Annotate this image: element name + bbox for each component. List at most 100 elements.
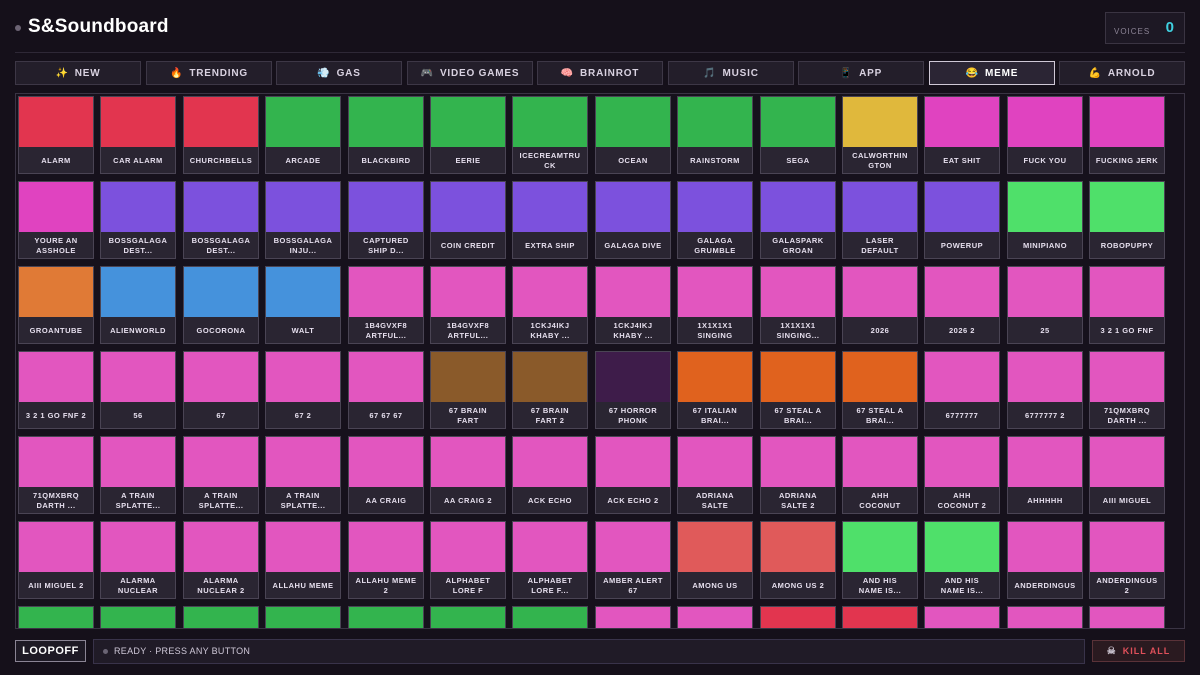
- sound-pad[interactable]: 67 BRAIN FART: [430, 351, 506, 429]
- sound-pad[interactable]: AHH COCONUT 2: [924, 436, 1000, 514]
- sound-pad[interactable]: 67 67 67: [348, 351, 424, 429]
- sound-pad[interactable]: 56: [100, 351, 176, 429]
- sound-pad[interactable]: 1CKJ4IKJ KHABY ...: [512, 266, 588, 344]
- sound-pad[interactable]: ANDERDINGUS 2: [1089, 521, 1165, 599]
- sound-pad[interactable]: [183, 606, 259, 628]
- sound-pad[interactable]: A TRAIN SPLATTE...: [100, 436, 176, 514]
- loop-toggle-button[interactable]: LOOPOFF: [15, 640, 86, 662]
- sound-pad[interactable]: A TRAIN SPLATTE...: [183, 436, 259, 514]
- sound-pad[interactable]: 67 2: [265, 351, 341, 429]
- sound-pad[interactable]: 3 2 1 GO FNF 2: [18, 351, 94, 429]
- tab-meme[interactable]: 😂 MEME: [929, 61, 1055, 85]
- sound-pad[interactable]: ROBOPUPPY: [1089, 181, 1165, 259]
- sound-pad[interactable]: 71QMXBRQ DARTH ...: [18, 436, 94, 514]
- sound-pad[interactable]: [677, 606, 753, 628]
- sound-pad[interactable]: AHH COCONUT: [842, 436, 918, 514]
- sound-pad[interactable]: [760, 606, 836, 628]
- sound-pad[interactable]: AMBER ALERT 67: [595, 521, 671, 599]
- sound-pad[interactable]: [1007, 606, 1083, 628]
- sound-pad[interactable]: RAINSTORM: [677, 96, 753, 174]
- sound-pad[interactable]: 67 ITALIAN BRAI...: [677, 351, 753, 429]
- sound-pad[interactable]: 2026: [842, 266, 918, 344]
- sound-pad[interactable]: WALT: [265, 266, 341, 344]
- sound-pad[interactable]: FUCK YOU: [1007, 96, 1083, 174]
- sound-pad[interactable]: GROANTUBE: [18, 266, 94, 344]
- sound-pad[interactable]: ALARM: [18, 96, 94, 174]
- sound-pad[interactable]: 67 STEAL A BRAI...: [760, 351, 836, 429]
- sound-pad[interactable]: ADRIANA SALTE: [677, 436, 753, 514]
- sound-pad[interactable]: 6777777 2: [1007, 351, 1083, 429]
- tab-music[interactable]: 🎵 MUSIC: [668, 61, 794, 85]
- sound-pad[interactable]: 67: [183, 351, 259, 429]
- sound-pad[interactable]: 67 BRAIN FART 2: [512, 351, 588, 429]
- sound-pad[interactable]: EAT SHIT: [924, 96, 1000, 174]
- sound-pad[interactable]: [512, 606, 588, 628]
- sound-pad[interactable]: EERIE: [430, 96, 506, 174]
- sound-pad[interactable]: [430, 606, 506, 628]
- sound-pad[interactable]: ANDERDINGUS: [1007, 521, 1083, 599]
- sound-pad[interactable]: ALIENWORLD: [100, 266, 176, 344]
- sound-pad[interactable]: AMONG US: [677, 521, 753, 599]
- sound-pad[interactable]: AND HIS NAME IS...: [842, 521, 918, 599]
- sound-pad[interactable]: [18, 606, 94, 628]
- sound-pad[interactable]: ALLAHU MEME 2: [348, 521, 424, 599]
- sound-pad[interactable]: 1X1X1X1 SINGING...: [760, 266, 836, 344]
- sound-pad[interactable]: FUCKING JERK: [1089, 96, 1165, 174]
- tab-video-games[interactable]: 🎮 VIDEO GAMES: [407, 61, 533, 85]
- sound-pad[interactable]: AIII MIGUEL: [1089, 436, 1165, 514]
- sound-pad[interactable]: BOSSGALAGA INJU...: [265, 181, 341, 259]
- sound-pad[interactable]: 1B4GVXF8 ARTFUL...: [348, 266, 424, 344]
- tab-new[interactable]: ✨ NEW: [15, 61, 141, 85]
- sound-pad[interactable]: 1CKJ4IKJ KHABY ...: [595, 266, 671, 344]
- sound-pad[interactable]: [348, 606, 424, 628]
- sound-pad[interactable]: ALPHABET LORE F: [430, 521, 506, 599]
- sound-pad[interactable]: COIN CREDIT: [430, 181, 506, 259]
- sound-pad[interactable]: OCEAN: [595, 96, 671, 174]
- tab-gas[interactable]: 💨 GAS: [276, 61, 402, 85]
- sound-pad[interactable]: 6777777: [924, 351, 1000, 429]
- sound-pad[interactable]: ALARMA NUCLEAR 2: [183, 521, 259, 599]
- sound-pad[interactable]: 1X1X1X1 SINGING: [677, 266, 753, 344]
- sound-pad[interactable]: AA CRAIG 2: [430, 436, 506, 514]
- kill-all-button[interactable]: ☠ KILL ALL: [1092, 640, 1185, 662]
- sound-pad[interactable]: 71QMXBRQ DARTH ...: [1089, 351, 1165, 429]
- sound-pad[interactable]: AA CRAIG: [348, 436, 424, 514]
- sound-pad[interactable]: [595, 606, 671, 628]
- sound-pad[interactable]: AHHHHH: [1007, 436, 1083, 514]
- tab-trending[interactable]: 🔥 TRENDING: [146, 61, 272, 85]
- sound-pad[interactable]: ALARMA NUCLEAR: [100, 521, 176, 599]
- sound-pad[interactable]: AND HIS NAME IS...: [924, 521, 1000, 599]
- sound-pad[interactable]: [842, 606, 918, 628]
- sound-pad[interactable]: MINIPIANO: [1007, 181, 1083, 259]
- sound-pad[interactable]: ALLAHU MEME: [265, 521, 341, 599]
- sound-pad[interactable]: ARCADE: [265, 96, 341, 174]
- sound-pad[interactable]: BOSSGALAGA DEST...: [183, 181, 259, 259]
- sound-pad[interactable]: CALWORTHIN GTON: [842, 96, 918, 174]
- sound-pad[interactable]: 25: [1007, 266, 1083, 344]
- sound-pad[interactable]: GOCORONA: [183, 266, 259, 344]
- sound-pad[interactable]: GALASPARK GROAN: [760, 181, 836, 259]
- sound-pad[interactable]: CAR ALARM: [100, 96, 176, 174]
- sound-pad[interactable]: ICECREAMTRU CK: [512, 96, 588, 174]
- sound-pad[interactable]: BLACKBIRD: [348, 96, 424, 174]
- sound-pad[interactable]: BOSSGALAGA DEST...: [100, 181, 176, 259]
- sound-pad[interactable]: [100, 606, 176, 628]
- sound-pad[interactable]: ADRIANA SALTE 2: [760, 436, 836, 514]
- sound-pad[interactable]: YOURE AN ASSHOLE: [18, 181, 94, 259]
- sound-pad[interactable]: CAPTURED SHIP D...: [348, 181, 424, 259]
- sound-pad[interactable]: LASER DEFAULT: [842, 181, 918, 259]
- tab-app[interactable]: 📱 APP: [798, 61, 924, 85]
- sound-pad[interactable]: 3 2 1 GO FNF: [1089, 266, 1165, 344]
- sound-pad[interactable]: 1B4GVXF8 ARTFUL...: [430, 266, 506, 344]
- sound-pad[interactable]: AMONG US 2: [760, 521, 836, 599]
- sound-pad[interactable]: ACK ECHO 2: [595, 436, 671, 514]
- sound-pad[interactable]: 67 HORROR PHONK: [595, 351, 671, 429]
- sound-pad[interactable]: EXTRA SHIP: [512, 181, 588, 259]
- sound-pad[interactable]: AIII MIGUEL 2: [18, 521, 94, 599]
- sound-pad[interactable]: CHURCHBELLS: [183, 96, 259, 174]
- sound-pad[interactable]: ACK ECHO: [512, 436, 588, 514]
- sound-pad[interactable]: [1089, 606, 1165, 628]
- sound-pad[interactable]: POWERUP: [924, 181, 1000, 259]
- sound-pad[interactable]: ALPHABET LORE F...: [512, 521, 588, 599]
- sound-pad[interactable]: [924, 606, 1000, 628]
